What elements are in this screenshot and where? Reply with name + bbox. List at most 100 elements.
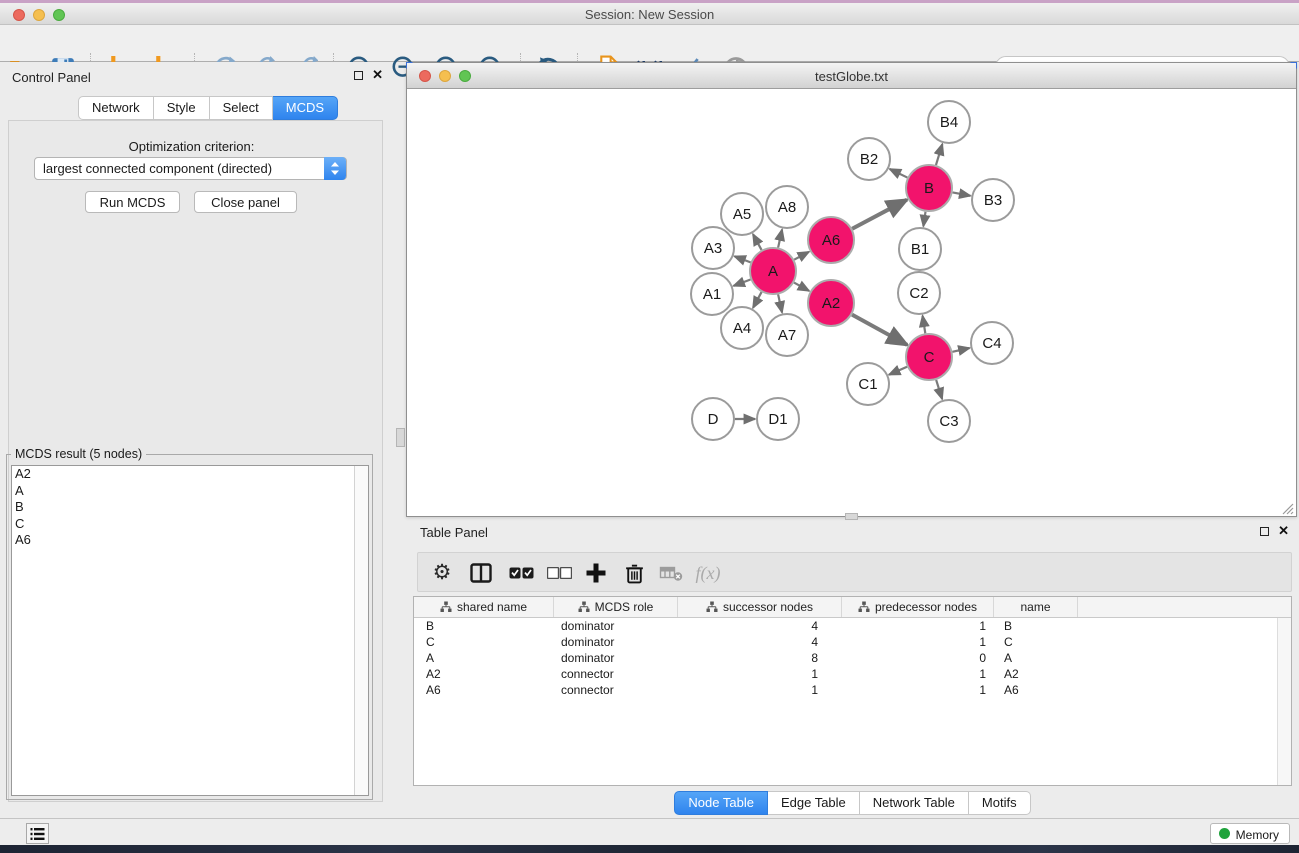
show-columns-icon[interactable] [466,559,496,587]
float-table-panel-icon[interactable] [1260,527,1269,536]
select-all-columns-icon[interactable] [506,559,536,587]
node-B1[interactable]: B1 [899,228,941,270]
memory-button[interactable]: Memory [1210,823,1290,844]
node-B[interactable]: B [906,165,952,211]
mcds-result-title: MCDS result (5 nodes) [11,447,146,461]
table-settings-icon[interactable]: ⚙ [428,559,456,587]
node-B2[interactable]: B2 [848,138,890,180]
edge-A-A2[interactable] [794,283,809,291]
column-header-predecessor-nodes[interactable]: predecessor nodes [842,597,994,617]
edge-A-A6[interactable] [794,252,809,260]
edge-C-C3[interactable] [936,380,942,399]
control-panel-tabs: NetworkStyleSelectMCDS [78,96,338,120]
delete-column-icon[interactable] [619,559,649,587]
task-history-button[interactable] [26,823,49,844]
node-C2[interactable]: C2 [898,272,940,314]
node-C1[interactable]: C1 [847,363,889,405]
function-builder-icon[interactable]: f(x) [690,559,726,587]
dropdown-stepper-icon [324,157,346,180]
tab-select[interactable]: Select [210,96,273,120]
run-mcds-button[interactable]: Run MCDS [85,191,180,213]
node-B3[interactable]: B3 [972,179,1014,221]
node-A7[interactable]: A7 [766,314,808,356]
svg-text:B2: B2 [860,151,878,168]
table-row[interactable]: Bdominator41B [414,618,1291,634]
edge-A-A3[interactable] [734,256,750,262]
edge-C-C2[interactable] [923,316,926,334]
node-A1[interactable]: A1 [691,273,733,315]
horizontal-split-handle[interactable] [845,513,858,520]
tab-motifs[interactable]: Motifs [969,791,1031,815]
edge-B-B2[interactable] [890,169,908,178]
vertical-split-handle[interactable] [396,428,405,447]
edge-A-A5[interactable] [753,234,762,250]
create-column-icon[interactable] [581,559,611,587]
node-A2[interactable]: A2 [808,280,854,326]
edge-C-C1[interactable] [889,367,907,375]
edge-A2-C[interactable] [852,315,907,345]
tab-network-table[interactable]: Network Table [860,791,969,815]
node-A4[interactable]: A4 [721,307,763,349]
table-scrollbar[interactable] [1277,618,1291,785]
mcds-result-item[interactable]: A2 [12,466,368,483]
deselect-all-columns-icon[interactable] [544,559,574,587]
resize-grip-icon[interactable] [1280,501,1294,515]
mcds-result-item[interactable]: B [12,499,368,516]
tab-edge-table[interactable]: Edge Table [768,791,860,815]
node-A8[interactable]: A8 [766,186,808,228]
edge-A-A7[interactable] [778,294,782,312]
table-cell: A6 [994,682,1078,698]
edge-B-B4[interactable] [936,144,942,165]
column-header-successor-nodes[interactable]: successor nodes [678,597,842,617]
table-row[interactable]: Cdominator41C [414,634,1291,650]
tab-mcds[interactable]: MCDS [273,96,338,120]
node-C3[interactable]: C3 [928,400,970,442]
table-cell: 0 [842,650,994,666]
table-row[interactable]: Adominator80A [414,650,1291,666]
table-cell: A2 [994,666,1078,682]
mcds-result-list[interactable]: A2ABCA6 [11,465,369,796]
criterion-dropdown[interactable]: largest connected component (directed) [34,157,347,180]
edge-A-A1[interactable] [734,279,751,285]
tab-style[interactable]: Style [154,96,210,120]
node-B4[interactable]: B4 [928,101,970,143]
close-table-panel-icon[interactable]: ✕ [1278,526,1289,536]
node-A6[interactable]: A6 [808,217,854,263]
edge-B-B1[interactable] [923,212,925,227]
node-D1[interactable]: D1 [757,398,799,440]
mcds-result-item[interactable]: C [12,516,368,533]
node-C[interactable]: C [906,334,952,380]
mcds-result-item[interactable]: A6 [12,532,368,549]
table-cell: dominator [554,634,678,650]
svg-text:C3: C3 [939,413,958,430]
tab-network[interactable]: Network [78,96,154,120]
edge-A-A4[interactable] [753,292,762,308]
close-panel-button[interactable]: Close panel [194,191,297,213]
tab-node-table[interactable]: Node Table [674,791,768,815]
mcds-list-scrollbar[interactable] [354,466,368,795]
table-row[interactable]: A6connector11A6 [414,682,1291,698]
mcds-result-item[interactable]: A [12,483,368,500]
table-row[interactable]: A2connector11A2 [414,666,1291,682]
svg-text:B3: B3 [984,192,1002,209]
node-A[interactable]: A [750,248,796,294]
edge-B-B3[interactable] [953,192,971,195]
column-header-MCDS-role[interactable]: MCDS role [554,597,678,617]
edge-A6-B[interactable] [852,200,907,229]
column-header-shared-name[interactable]: shared name [414,597,554,617]
close-panel-icon[interactable]: ✕ [372,70,383,80]
node-A5[interactable]: A5 [721,193,763,235]
window-titlebar: Session: New Session [0,3,1299,25]
column-header-name[interactable]: name [994,597,1078,617]
table-cell: 1 [842,618,994,634]
table-header-row: shared nameMCDS rolesuccessor nodesprede… [414,597,1291,618]
node-A3[interactable]: A3 [692,227,734,269]
edge-C-C4[interactable] [952,348,969,352]
edge-A-A8[interactable] [778,229,782,247]
network-canvas[interactable]: B4 B2 B B3 A8A5 A6 A3 B1 A C2 A1 A2 A4A7 C4 C C1 D D1 C3 [408,90,1295,516]
delete-table-icon[interactable] [656,559,686,587]
network-window-titlebar[interactable]: testGlobe.txt [407,63,1296,89]
float-panel-icon[interactable] [354,71,363,80]
node-C4[interactable]: C4 [971,322,1013,364]
node-D[interactable]: D [692,398,734,440]
